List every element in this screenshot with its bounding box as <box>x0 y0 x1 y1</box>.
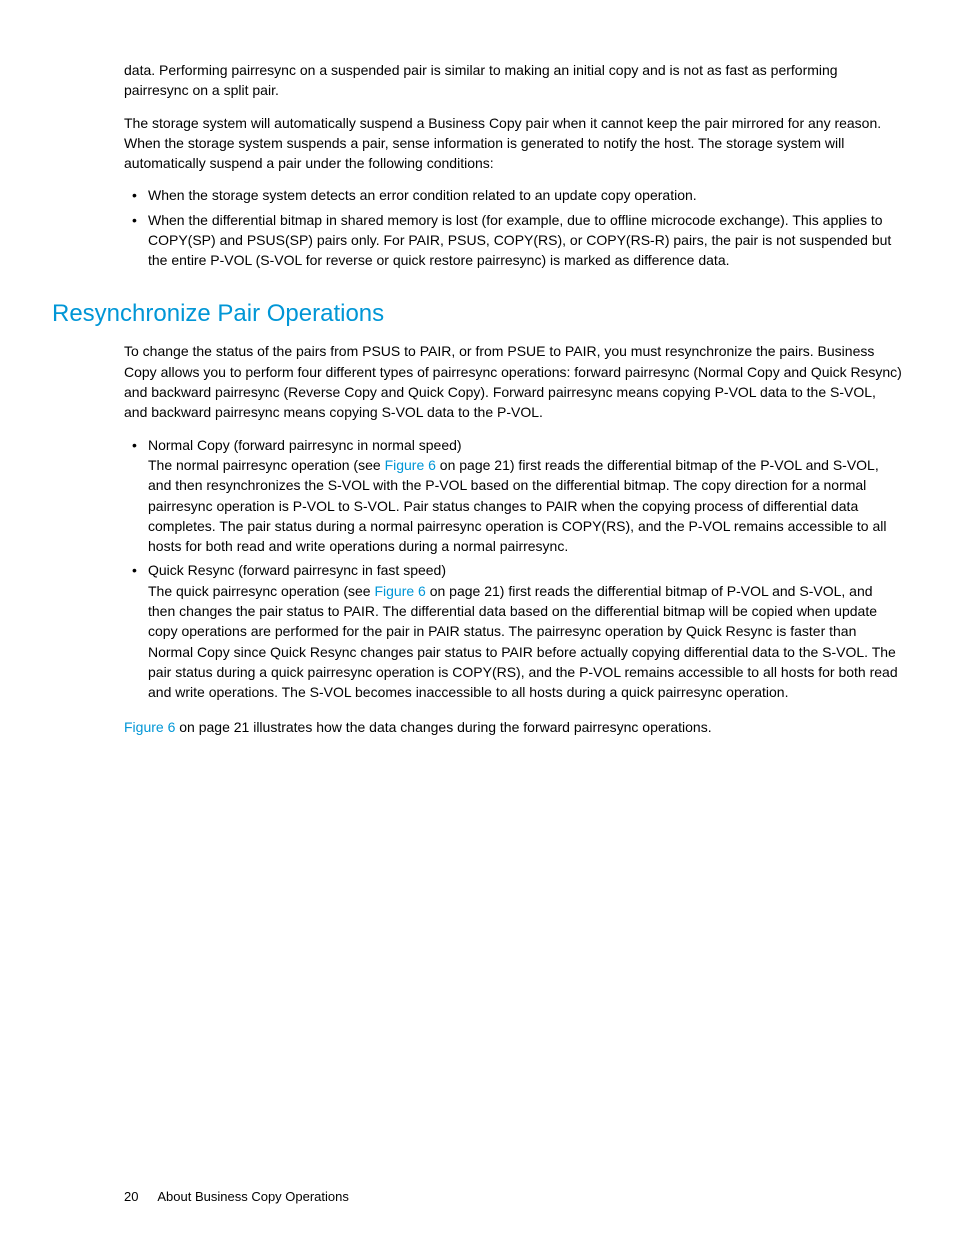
intro-paragraph-2: The storage system will automatically su… <box>124 113 902 174</box>
list-item-title: Quick Resync (forward pairresync in fast… <box>148 560 902 580</box>
list-item-text-pre: The quick pairresync operation (see <box>148 583 374 599</box>
trailing-text: on page 21 illustrates how the data chan… <box>175 719 711 735</box>
page-footer: 20 About Business Copy Operations <box>124 1188 349 1207</box>
list-item: When the storage system detects an error… <box>124 185 902 205</box>
list-item: Normal Copy (forward pairresync in norma… <box>124 435 902 557</box>
section-heading: Resynchronize Pair Operations <box>52 297 902 332</box>
list-item-text-pre: The normal pairresync operation (see <box>148 457 385 473</box>
figure-xref[interactable]: Figure 6 <box>385 457 436 473</box>
trailing-paragraph: Figure 6 on page 21 illustrates how the … <box>124 717 902 737</box>
section-paragraph-1: To change the status of the pairs from P… <box>124 341 902 422</box>
list-item-title: Normal Copy (forward pairresync in norma… <box>148 435 902 455</box>
intro-bullet-list: When the storage system detects an error… <box>124 185 902 270</box>
figure-xref[interactable]: Figure 6 <box>374 583 425 599</box>
page-content: data. Performing pairresync on a suspend… <box>52 60 902 737</box>
section-bullet-list: Normal Copy (forward pairresync in norma… <box>124 435 902 703</box>
list-item-text-post: on page 21) first reads the differential… <box>148 583 898 700</box>
figure-xref[interactable]: Figure 6 <box>124 719 175 735</box>
intro-paragraph-1: data. Performing pairresync on a suspend… <box>124 60 902 101</box>
list-item: When the differential bitmap in shared m… <box>124 210 902 271</box>
page-number: 20 <box>124 1189 138 1204</box>
list-item: Quick Resync (forward pairresync in fast… <box>124 560 902 702</box>
footer-title: About Business Copy Operations <box>157 1189 349 1204</box>
